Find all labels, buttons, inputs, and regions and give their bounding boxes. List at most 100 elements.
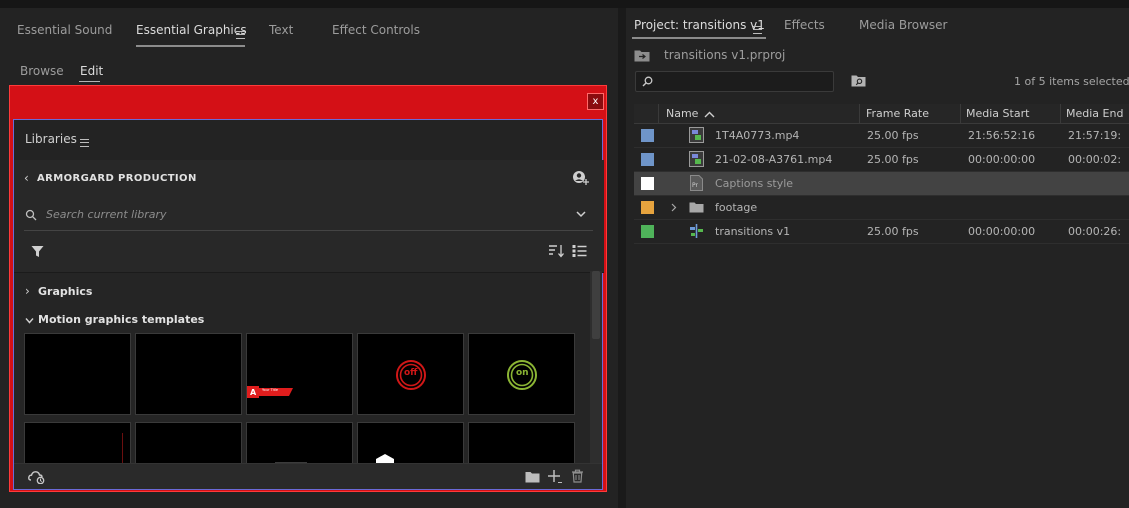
tab-effect-controls[interactable]: Effect Controls [332, 23, 420, 37]
add-collaborator-icon[interactable] [572, 170, 590, 186]
scrollbar-thumb[interactable] [592, 271, 600, 339]
search-icon [642, 76, 653, 87]
row-name: transitions v1 [715, 225, 791, 238]
trash-icon[interactable] [571, 469, 584, 483]
tab-essential-graphics[interactable]: Essential Graphics [136, 23, 247, 37]
subtab-underline [79, 81, 100, 82]
top-divider [0, 0, 1129, 8]
row-media-end: 21:57:19: [1068, 129, 1122, 142]
selection-status: 1 of 5 items selected [1014, 75, 1129, 88]
table-row[interactable]: 1T4A0773.mp4 25.00 fps 21:56:52:16 21:57… [634, 124, 1129, 148]
libraries-footer [14, 463, 602, 489]
column-header-media-end[interactable]: Media End [1066, 107, 1123, 120]
template-thumbnail[interactable] [468, 422, 575, 466]
template-thumbnail[interactable] [24, 422, 131, 467]
column-header-name[interactable]: Name [666, 107, 698, 120]
panel-splitter[interactable] [618, 8, 626, 508]
panel-menu-icon[interactable] [236, 30, 245, 39]
toolbar-divider [14, 272, 604, 273]
project-panel: Project: transitions v1 Effects Media Br… [626, 8, 1129, 508]
sequence-icon [690, 224, 703, 238]
row-name: Captions style [715, 177, 794, 190]
libraries-floating-window: x Libraries ‹ ARMORGARD PRODUCTION Searc… [9, 85, 607, 492]
chevron-down-icon [25, 318, 34, 324]
label-color-swatch[interactable] [641, 225, 654, 238]
svg-text:Pr: Pr [692, 182, 699, 189]
search-underline [24, 230, 593, 231]
sort-icon[interactable] [548, 244, 564, 258]
project-menu-icon[interactable] [753, 25, 762, 34]
column-separator [1060, 104, 1061, 124]
table-row-selected[interactable]: Pr Captions style [634, 172, 1129, 196]
section-graphics[interactable]: › Graphics [14, 280, 590, 308]
template-thumbnail[interactable] [135, 333, 242, 415]
row-frame-rate: 25.00 fps [867, 225, 919, 238]
template-thumbnail-lower-third[interactable]: A Your Title [246, 333, 353, 415]
template-thumbnail[interactable] [357, 422, 464, 467]
template-thumbnail[interactable] [135, 422, 242, 466]
template-thumbnail-on[interactable]: on [468, 333, 575, 415]
sort-ascending-icon[interactable] [704, 111, 715, 118]
filter-icon[interactable] [31, 245, 44, 258]
thumbnail-line [122, 433, 123, 467]
tab-media-browser[interactable]: Media Browser [859, 18, 947, 32]
find-icon[interactable] [851, 74, 866, 87]
thumbnails-scrollbar[interactable] [590, 271, 602, 465]
label-color-swatch[interactable] [641, 201, 654, 214]
row-media-end: 00:00:26: [1068, 225, 1122, 238]
project-search-input[interactable] [635, 71, 834, 92]
off-label: off [404, 368, 418, 378]
left-panel-bottom [0, 496, 618, 508]
tab-effects[interactable]: Effects [784, 18, 825, 32]
chevron-down-icon[interactable] [576, 210, 586, 218]
row-name: 21-02-08-A3761.mp4 [715, 153, 833, 166]
row-media-start: 00:00:00:00 [968, 153, 1036, 166]
libraries-title: Libraries [25, 132, 77, 146]
tab-essential-sound[interactable]: Essential Sound [17, 23, 112, 37]
table-row[interactable]: transitions v1 25.00 fps 00:00:00:00 00:… [634, 220, 1129, 244]
folder-icon [689, 202, 704, 213]
column-separator [859, 104, 860, 124]
chevron-right-icon[interactable] [671, 203, 677, 212]
folder-icon[interactable] [525, 470, 540, 483]
chevron-right-icon: › [25, 284, 30, 298]
row-frame-rate: 25.00 fps [867, 153, 919, 166]
tab-project[interactable]: Project: transitions v1 [634, 18, 765, 32]
section-graphics-label: Graphics [38, 285, 93, 298]
section-mogrt-label: Motion graphics templates [38, 313, 205, 326]
project-bin-icon [634, 50, 650, 62]
subtab-browse[interactable]: Browse [20, 64, 64, 78]
library-search-input[interactable]: Search current library [46, 208, 167, 221]
row-name: footage [715, 201, 758, 214]
template-thumbnail[interactable] [24, 333, 131, 415]
section-motion-graphics-templates[interactable]: Motion graphics templates [14, 308, 590, 336]
row-frame-rate: 25.00 fps [867, 129, 919, 142]
cloud-sync-icon[interactable] [28, 470, 46, 484]
back-chevron-icon[interactable]: ‹ [24, 171, 29, 185]
row-media-end: 00:00:02: [1068, 153, 1122, 166]
label-color-swatch[interactable] [641, 153, 654, 166]
video-clip-icon [689, 151, 704, 167]
add-icon[interactable] [547, 469, 563, 484]
close-button[interactable]: x [587, 93, 604, 110]
table-row[interactable]: footage [634, 196, 1129, 220]
subtab-edit[interactable]: Edit [80, 64, 103, 78]
template-thumbnail[interactable] [246, 422, 353, 466]
label-color-swatch[interactable] [641, 129, 654, 142]
tab-text[interactable]: Text [269, 23, 293, 37]
table-row[interactable]: 21-02-08-A3761.mp4 25.00 fps 00:00:00:00… [634, 148, 1129, 172]
label-color-swatch[interactable] [641, 177, 654, 190]
column-header-media-start[interactable]: Media Start [966, 107, 1029, 120]
column-header-frame-rate[interactable]: Frame Rate [866, 107, 929, 120]
lower-third-graphic: A [247, 386, 293, 398]
libraries-panel: Libraries ‹ ARMORGARD PRODUCTION Search … [13, 119, 604, 490]
active-tab-underline [136, 45, 245, 47]
row-name: 1T4A0773.mp4 [715, 129, 800, 142]
on-label: on [516, 368, 529, 378]
template-thumbnail-off[interactable]: off [357, 333, 464, 415]
active-tab-underline [632, 37, 766, 39]
project-table-header: Name Frame Rate Media Start Media End [634, 104, 1129, 124]
list-view-icon[interactable] [572, 244, 587, 258]
search-icon [25, 209, 37, 221]
libraries-menu-icon[interactable] [80, 138, 89, 147]
